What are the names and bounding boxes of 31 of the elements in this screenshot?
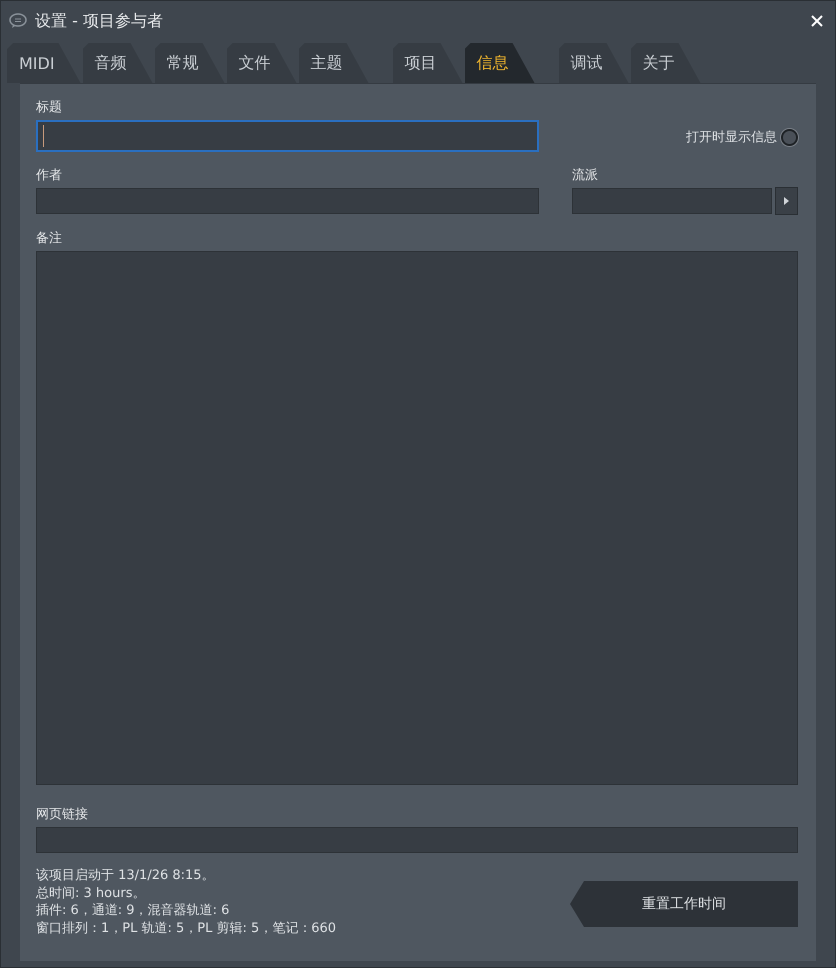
tab[interactable]: 常规 [154,43,225,83]
info-line: 窗口排列：1，PL 轨道: 5，PL 剪辑: 5，笔记：660 [36,920,336,937]
field-label: 作者 [36,167,63,184]
toggle-led[interactable] [781,128,798,146]
url-field[interactable] [36,827,798,853]
field-label: 网页链接 [36,806,89,823]
title-field[interactable] [36,120,539,152]
author-field[interactable] [36,188,539,214]
dropdown-button[interactable] [775,187,798,215]
triangle-icon [784,197,789,205]
tab[interactable]: 项目 [392,43,463,83]
checkbox-label: 打开时显示信息 [686,129,777,146]
info-line: 总时间: 3 hours。 [36,884,146,902]
field-label: 备注 [36,230,63,247]
tab[interactable]: 主题 [298,43,369,83]
chat-icon [9,13,27,29]
info-line: 该项目启动于 13/1/26 8:15。 [36,867,216,884]
genre-field[interactable] [572,188,772,214]
notes-field[interactable] [36,251,798,785]
field-label: 流派 [572,167,599,184]
reset-button[interactable]: 重置工作时间 [570,881,798,927]
tab[interactable]: 文件 [226,43,297,83]
field-label: 标题 [36,99,63,116]
tab[interactable]: MIDI [7,43,81,83]
tab[interactable]: 信息 [464,43,535,83]
tab[interactable]: 音频 [82,43,153,83]
info-line: 插件: 6，通道: 9，混音器轨道: 6 [36,902,230,920]
window-title: 设置 - 项目参与者 [35,10,164,32]
tab[interactable]: 关于 [630,43,701,83]
close-icon [811,15,823,27]
tab[interactable]: 调试 [558,43,629,83]
